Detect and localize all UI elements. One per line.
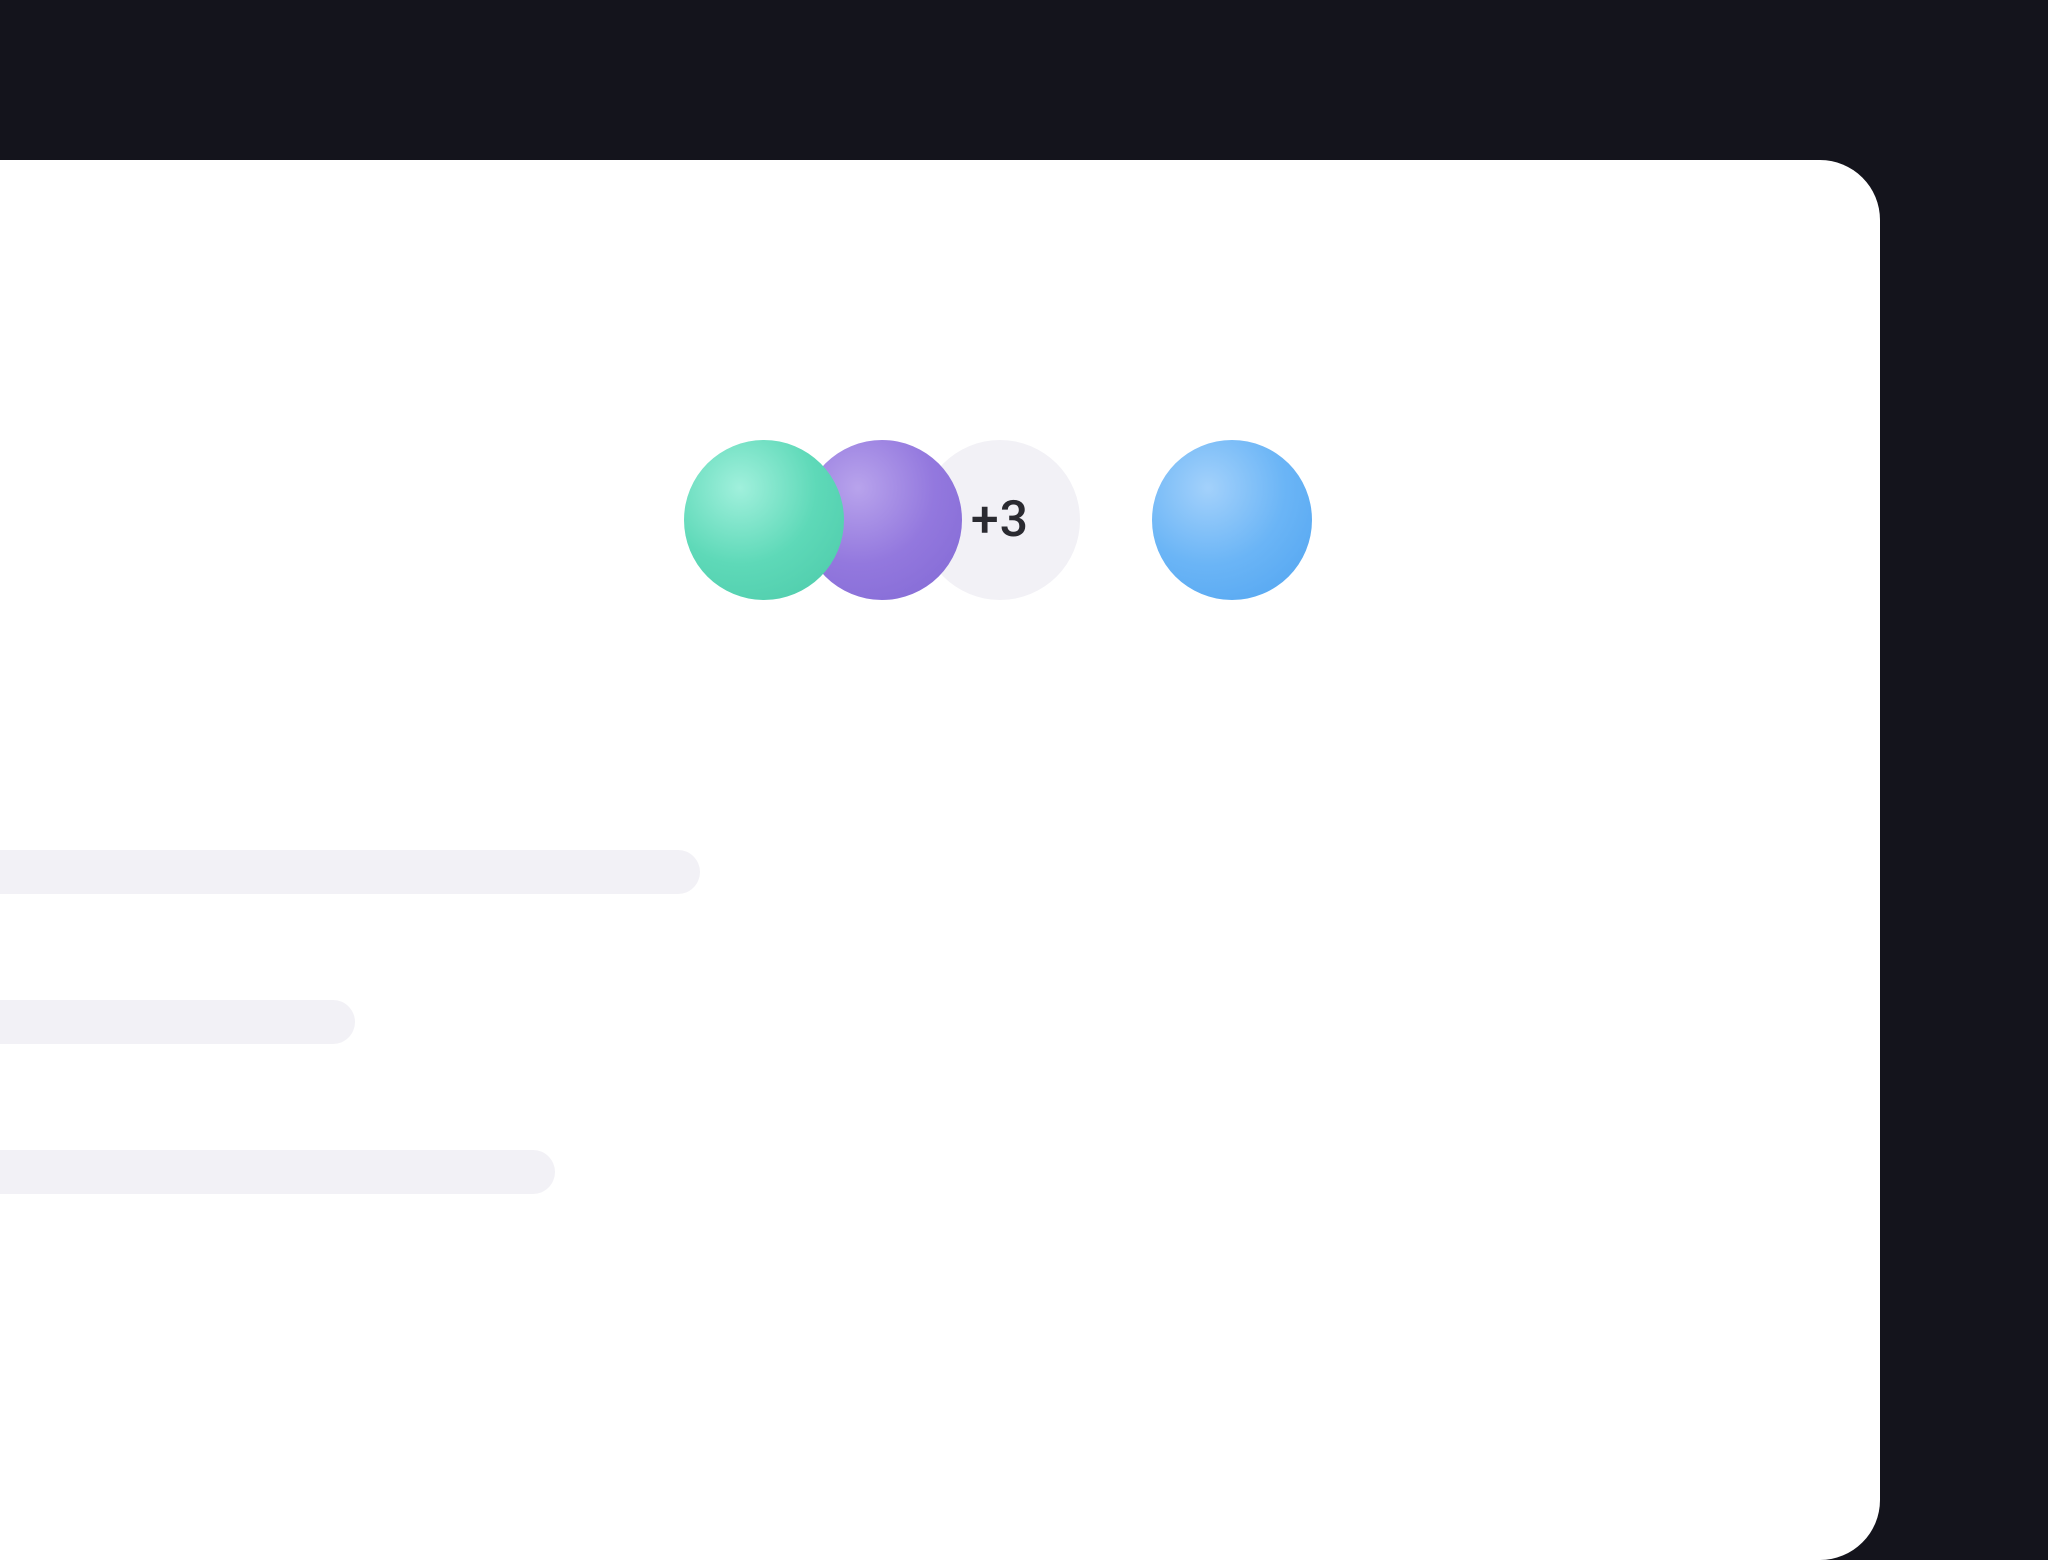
placeholder-line	[0, 1000, 355, 1044]
avatar-group: +3	[684, 440, 1312, 600]
avatar-teal[interactable]	[684, 440, 844, 600]
placeholder-line	[0, 1150, 555, 1194]
avatar-blue[interactable]	[1152, 440, 1312, 600]
content-card: +3	[0, 160, 1880, 1560]
placeholder-line	[0, 850, 700, 894]
content-placeholder	[0, 850, 700, 1300]
